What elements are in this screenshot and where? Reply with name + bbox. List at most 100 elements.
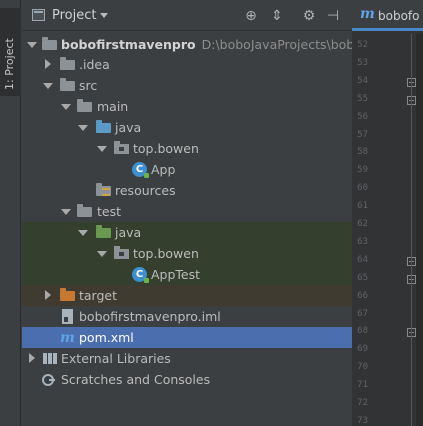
editor-tab-pom[interactable]: m bobofo <box>352 0 423 31</box>
java-class-icon: C <box>132 267 149 283</box>
folder-icon <box>77 204 93 219</box>
tree-node-apptest[interactable]: C AppTest <box>22 264 352 285</box>
scratches-icon <box>42 372 58 387</box>
tree-node-target[interactable]: target <box>22 285 352 306</box>
folder-icon <box>77 99 93 114</box>
tree-node-test[interactable]: test <box>22 201 352 222</box>
hide-panel-icon[interactable]: ⊣ <box>324 7 342 25</box>
expand-arrow-icon[interactable] <box>96 243 107 264</box>
line-number: 69 <box>357 344 368 355</box>
line-number: 59 <box>357 165 368 176</box>
line-number: 73 <box>357 415 368 426</box>
tree-node-app[interactable]: C App <box>22 159 352 180</box>
tree-node-label: resources <box>115 183 176 198</box>
tree-node-label: src <box>79 78 98 93</box>
tree-node-label: target <box>79 288 118 303</box>
tree-node-idea[interactable]: .idea <box>22 54 352 75</box>
libraries-icon <box>42 351 58 366</box>
line-number: 62 <box>357 219 368 229</box>
line-number: 53 <box>357 57 368 68</box>
folder-icon <box>60 57 76 72</box>
project-tool-tab-label: 1: Project <box>3 38 16 90</box>
resources-folder-icon <box>96 183 112 198</box>
line-number: 55 <box>357 93 368 104</box>
line-number: 60 <box>357 183 368 194</box>
line-number: 58 <box>357 147 368 158</box>
project-view-icon <box>32 9 45 21</box>
source-root-folder-icon <box>96 120 112 135</box>
tree-node-label: App <box>151 162 176 177</box>
tree-node-label: pom.xml <box>79 330 134 345</box>
line-number: 63 <box>357 236 368 247</box>
tree-node-test-java[interactable]: java <box>22 222 352 243</box>
line-number: 71 <box>357 380 368 391</box>
tree-node-test-package[interactable]: top.bowen <box>22 243 352 264</box>
expand-arrow-icon[interactable] <box>60 96 71 117</box>
folder-icon <box>60 78 76 93</box>
tree-node-src[interactable]: src <box>22 75 352 96</box>
expand-arrow-icon[interactable] <box>26 34 37 55</box>
line-number: 64 <box>357 254 368 265</box>
tree-node-resources[interactable]: resources <box>22 180 352 201</box>
locate-target-icon[interactable]: ⊕ <box>242 7 260 25</box>
module-folder-icon <box>42 37 58 52</box>
project-tool-tab[interactable]: 1: Project <box>0 8 21 96</box>
expand-arrow-icon[interactable] <box>77 222 88 243</box>
line-number-gutter: 52 53 54 55 56 57 58 59 60 61 62 63 64 65 66 67 68 69 70 71… <box>352 34 416 426</box>
tree-node-label: .idea <box>79 57 110 72</box>
project-view-selector[interactable]: Project <box>52 8 96 23</box>
line-number: 56 <box>357 111 368 122</box>
maven-icon: m <box>360 6 375 22</box>
line-number: 66 <box>357 290 368 301</box>
tree-node-root[interactable]: bobofirstmavenpro D:\boboJavaProjects\bob… <box>22 34 370 55</box>
project-panel: Project ⊕ ⇕ ⚙ ⊣ bobofirstmavenpro D:\bobo… <box>22 0 370 426</box>
project-panel-header: Project ⊕ ⇕ ⚙ ⊣ <box>22 0 352 31</box>
editor-tab-label: bobofo <box>378 9 420 23</box>
tree-node-label: bobofirstmavenpro.iml <box>79 309 221 324</box>
collapsed-arrow-icon[interactable] <box>42 54 52 75</box>
tree-node-label: java <box>115 225 142 240</box>
expand-arrow-icon[interactable] <box>77 117 88 138</box>
line-number: 67 <box>357 308 368 319</box>
module-file-icon <box>60 309 76 324</box>
package-icon <box>114 246 130 261</box>
tool-window-strip: 1: Project <box>0 0 21 426</box>
tree-node-main[interactable]: main <box>22 96 352 117</box>
expand-arrow-icon[interactable] <box>96 138 107 159</box>
fold-guide-line <box>411 34 412 426</box>
expand-arrow-icon[interactable] <box>42 75 53 96</box>
line-number: 52 <box>357 40 368 50</box>
line-number: 65 <box>357 272 368 283</box>
chevron-down-icon[interactable] <box>100 13 108 18</box>
collapse-all-icon[interactable]: ⇕ <box>268 7 286 25</box>
tree-node-pom[interactable]: m pom.xml <box>22 327 352 348</box>
tree-node-iml[interactable]: bobofirstmavenpro.iml <box>22 306 352 327</box>
collapsed-arrow-icon[interactable] <box>42 285 52 306</box>
package-icon <box>114 141 130 156</box>
gear-icon[interactable]: ⚙ <box>300 7 318 25</box>
line-number: 54 <box>357 75 368 86</box>
line-number: 72 <box>357 398 368 408</box>
collapsed-arrow-icon[interactable] <box>26 348 36 369</box>
excluded-folder-icon <box>60 288 76 303</box>
maven-icon: m <box>60 330 75 346</box>
tree-node-label: test <box>97 204 122 219</box>
line-number: 57 <box>357 129 368 140</box>
tree-node-label: AppTest <box>151 267 201 282</box>
line-number: 70 <box>357 362 368 373</box>
tree-node-external-libraries[interactable]: External Libraries <box>22 348 352 369</box>
tree-node-scratches[interactable]: Scratches and Consoles <box>22 369 352 390</box>
tree-node-label: Scratches and Consoles <box>61 372 211 387</box>
tree-node-label: java <box>115 120 142 135</box>
tree-node-main-java[interactable]: java <box>22 117 352 138</box>
editor-area: m bobofo 52 53 54 55 56 57 58 59 60 61 62 63 64 65 66 6… <box>352 0 423 426</box>
code-area[interactable] <box>416 34 423 426</box>
test-root-folder-icon <box>96 225 112 240</box>
root-path: D:\boboJavaProjects\bobofi <box>201 37 370 52</box>
tree-node-main-package[interactable]: top.bowen <box>22 138 352 159</box>
expand-arrow-icon[interactable] <box>60 201 71 222</box>
tree-node-label: main <box>97 99 129 114</box>
line-number: 68 <box>357 326 368 337</box>
root-name: bobofirstmavenpro <box>61 37 196 52</box>
tree-node-label: top.bowen <box>133 246 199 261</box>
